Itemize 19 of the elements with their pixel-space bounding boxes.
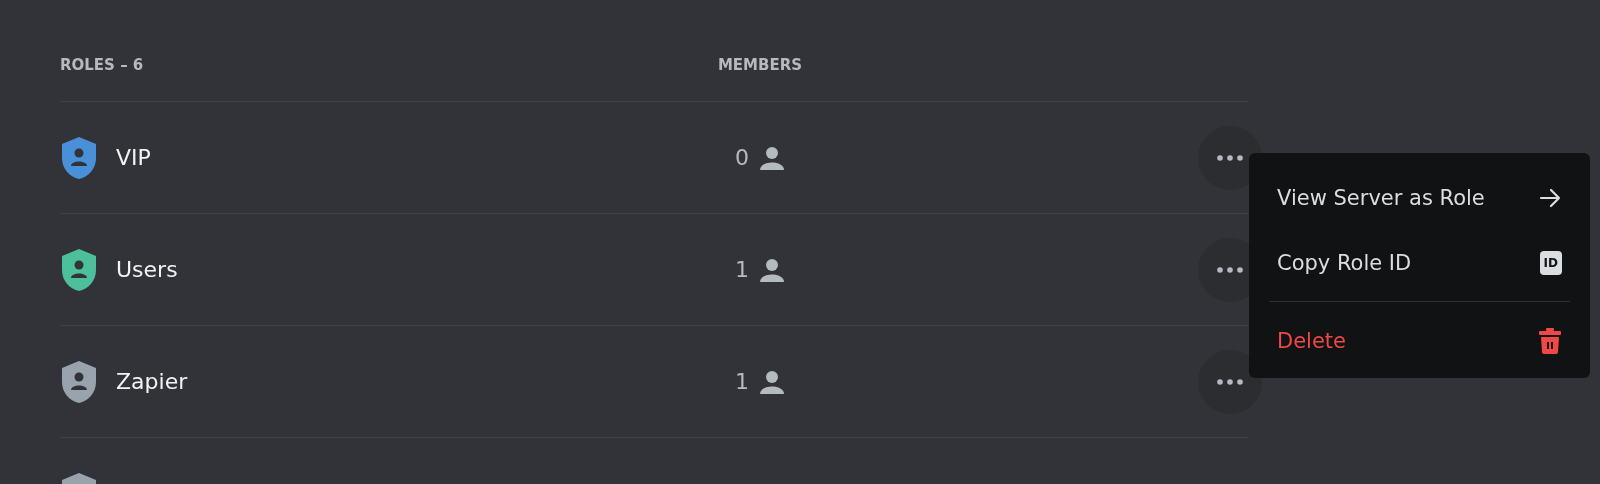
more-icon [1217,154,1243,161]
member-count: 0 [735,145,749,170]
id-badge: ID [1539,250,1562,275]
trash-icon [1538,327,1562,354]
person-icon [759,369,785,394]
menu-item[interactable]: View Server as Role [1269,165,1570,230]
more-icon [1217,266,1243,273]
column-heading: MEMBERS [717,56,803,74]
role-name: VIP [116,145,151,170]
more-icon [1217,378,1243,385]
role-name: Zapier [116,369,188,394]
menu-item[interactable]: Delete [1269,308,1570,373]
menu-item[interactable]: Copy Role ID ID [1269,230,1570,295]
person-icon [759,145,785,170]
member-count: 1 [735,257,749,282]
person-icon [759,257,785,282]
role-name: Users [116,257,178,282]
column-heading: ROLES – 6 [60,56,145,74]
member-count: 1 [735,369,749,394]
